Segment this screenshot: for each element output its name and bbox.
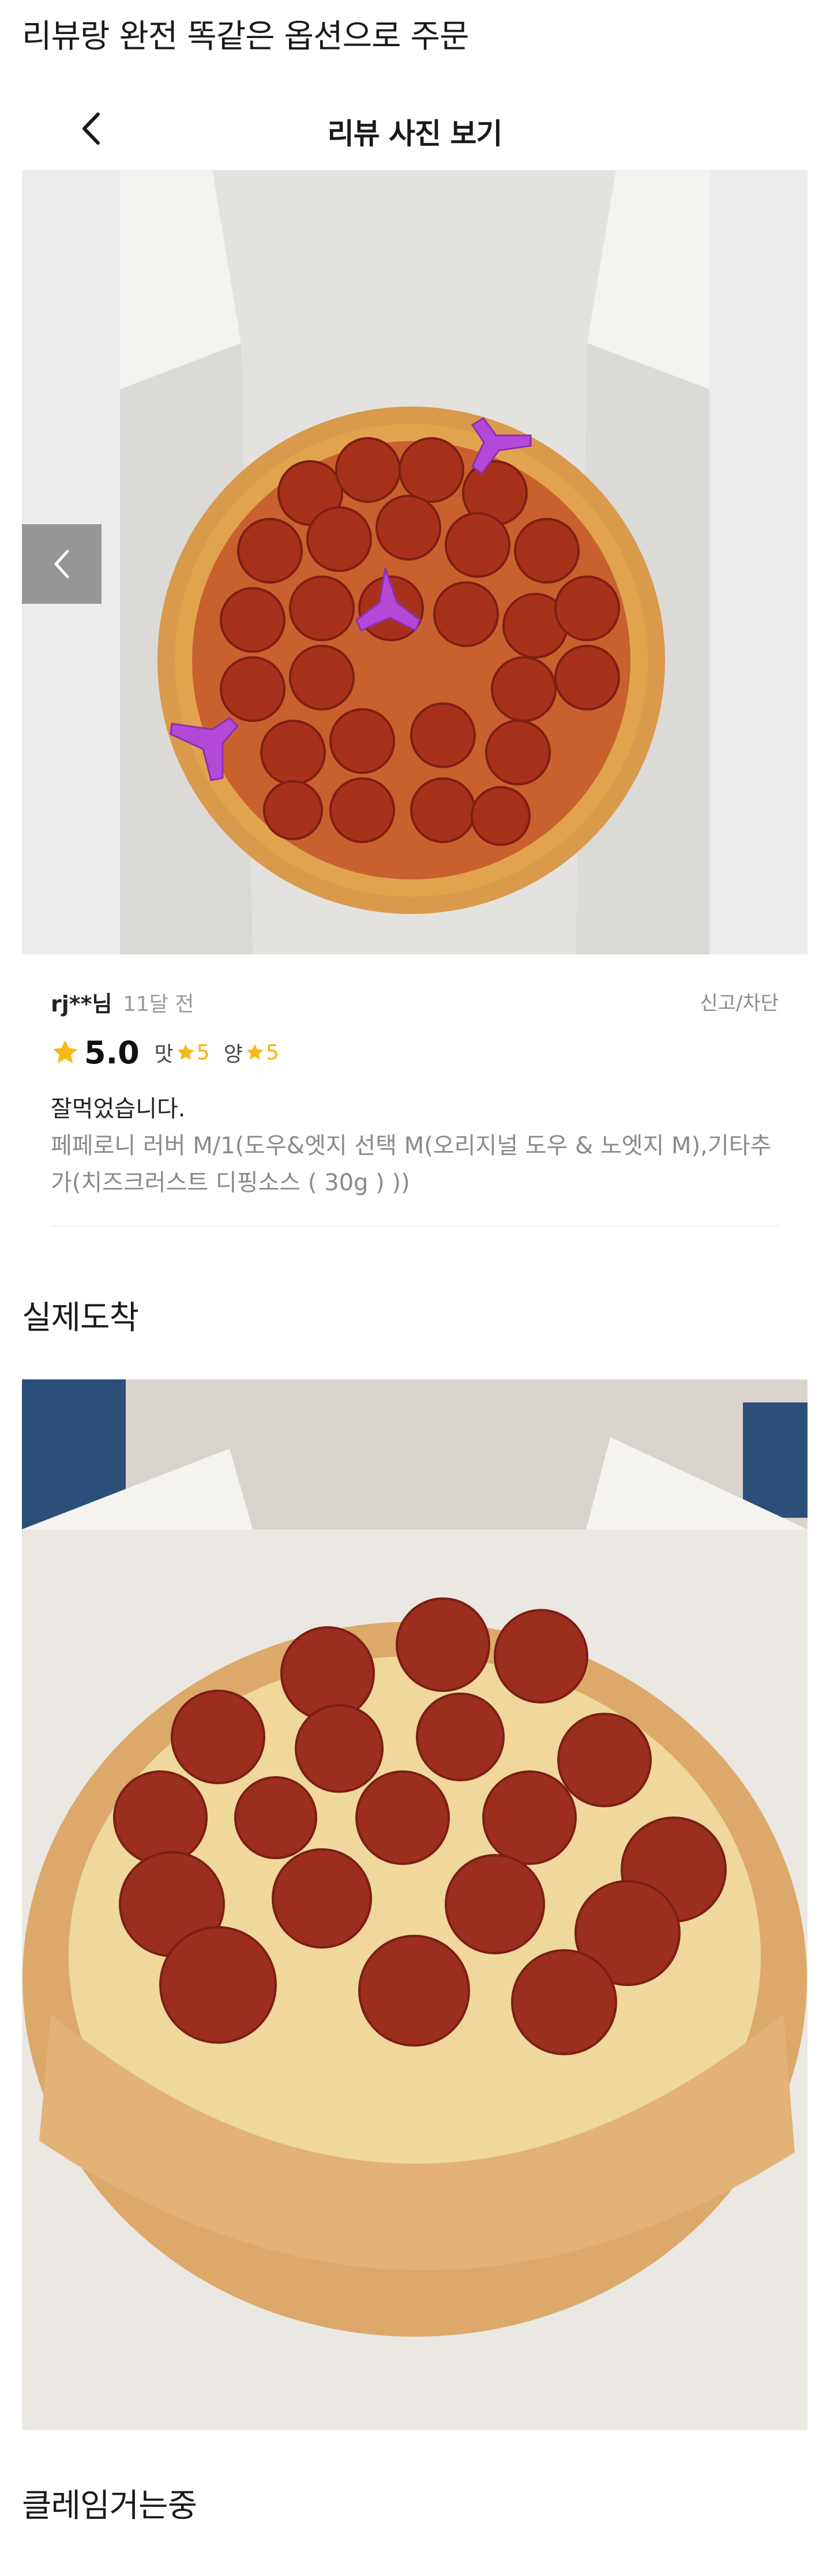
chevron-left-icon xyxy=(54,550,69,578)
order-options: 페페로니 러버 M/1(도우&엣지 선택 M(오리지널 도우 & 노엣지 M),… xyxy=(51,1133,772,1196)
arrival-section-title: 실제도착 xyxy=(22,1299,139,1337)
divider xyxy=(51,1225,779,1227)
claim-section-title: 클레임거는중 xyxy=(22,2487,197,2525)
taste-label: 맛 xyxy=(154,1043,174,1066)
carousel-prev-button[interactable] xyxy=(22,524,102,604)
star-icon xyxy=(177,1044,194,1060)
review-header: 리뷰 사진 보기 xyxy=(22,87,808,170)
report-block-link[interactable]: 신고/차단 xyxy=(700,987,779,1016)
review-body: rj**님 11달 전 신고/차단 5.0 맛 5 양 5 잘먹었습니다. 페페… xyxy=(51,986,779,1196)
review-date: 11달 전 xyxy=(123,992,194,1016)
arrival-photo xyxy=(22,1379,808,2430)
review-text: 잘먹었습니다. xyxy=(51,1096,186,1122)
star-icon xyxy=(52,1040,78,1063)
pizza-photo-illustration xyxy=(120,170,709,954)
quantity-label: 양 xyxy=(223,1043,243,1066)
review-photo-carousel[interactable] xyxy=(22,170,808,954)
post-title: 리뷰랑 완전 똑같은 옵션으로 주문 xyxy=(22,18,469,55)
quantity-score: 5 xyxy=(265,1040,279,1065)
pizza-photo-illustration xyxy=(22,1379,808,2430)
reviewer-name: rj**님 xyxy=(51,991,112,1017)
star-icon xyxy=(246,1044,264,1060)
header-title: 리뷰 사진 보기 xyxy=(327,117,503,151)
rating-row: 5.0 맛 5 양 5 xyxy=(51,1034,293,1071)
review-screenshot: 리뷰 사진 보기 rj**님 11달 전 신고/차단 5.0 맛 5 양 5 잘… xyxy=(22,87,808,1237)
taste-score: 5 xyxy=(196,1040,210,1065)
review-photo xyxy=(120,170,709,954)
rating-score: 5.0 xyxy=(84,1034,140,1071)
